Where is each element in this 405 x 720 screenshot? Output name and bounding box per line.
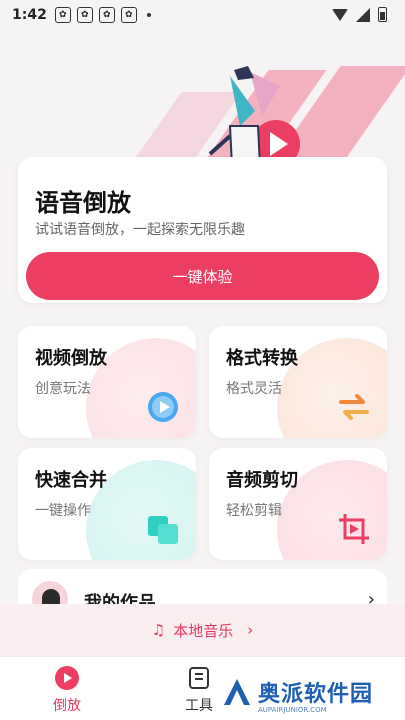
feature-title: 音频剪切 [226,470,298,491]
swap-arrows-icon [339,394,369,420]
play-reverse-icon [148,392,178,422]
try-now-button[interactable]: 一键体验 [26,252,379,300]
feature-title: 快速合并 [35,470,107,491]
hero-subtitle: 试试语音倒放，一起探索无限乐趣 [35,222,245,238]
signal-icon [356,7,370,22]
more-notifications-dot-icon [146,13,151,17]
paw-notification-icon: ✿ [76,7,93,23]
feature-subtitle: 一键操作 [35,503,91,519]
feature-video-reverse[interactable]: 视频倒放 创意玩法 [18,326,196,438]
watermark-small-text: AUPAIRJUNIOR.COM [258,706,327,714]
crop-play-icon [339,514,369,544]
status-bar: 1:42 ✿ ✿ ✿ ✿ [0,0,405,30]
watermark-a-icon [224,679,250,705]
feature-format-convert[interactable]: 格式转换 格式灵活 [209,326,387,438]
paw-notification-icon: ✿ [120,7,137,23]
status-time: 1:42 [12,7,47,23]
tab-label: 工具 [185,698,213,714]
play-circle-icon [55,666,79,690]
paw-notification-icon: ✿ [54,7,71,23]
tab-label: 倒放 [53,698,81,714]
toolbox-icon [189,667,209,689]
voice-reverse-card[interactable]: 语音倒放 试试语音倒放，一起探索无限乐趣 一键体验 [18,157,387,303]
feature-quick-merge[interactable]: 快速合并 一键操作 [18,448,196,560]
paw-notification-icon: ✿ [98,7,115,23]
local-music-button[interactable]: ♫ 本地音乐 › [0,604,405,656]
tab-reverse[interactable]: 倒放 [32,665,102,715]
battery-icon [378,7,387,22]
music-note-icon: ♫ [151,621,166,639]
feature-title: 格式转换 [226,348,298,369]
feature-subtitle: 创意玩法 [35,381,91,397]
feature-subtitle: 轻松剪辑 [226,503,282,519]
feature-audio-cut[interactable]: 音频剪切 轻松剪辑 [209,448,387,560]
wifi-icon [332,8,348,21]
watermark-logo: 奥派软件园 AUPAIRJUNIOR.COM [222,676,374,714]
chevron-right-icon: › [247,621,254,639]
local-music-label: 本地音乐 [173,621,234,640]
hero-title: 语音倒放 [35,189,131,217]
feature-title: 视频倒放 [35,348,107,369]
feature-subtitle: 格式灵活 [226,381,282,397]
watermark-text: 奥派软件园 [258,682,374,707]
merge-squares-icon [148,516,178,544]
